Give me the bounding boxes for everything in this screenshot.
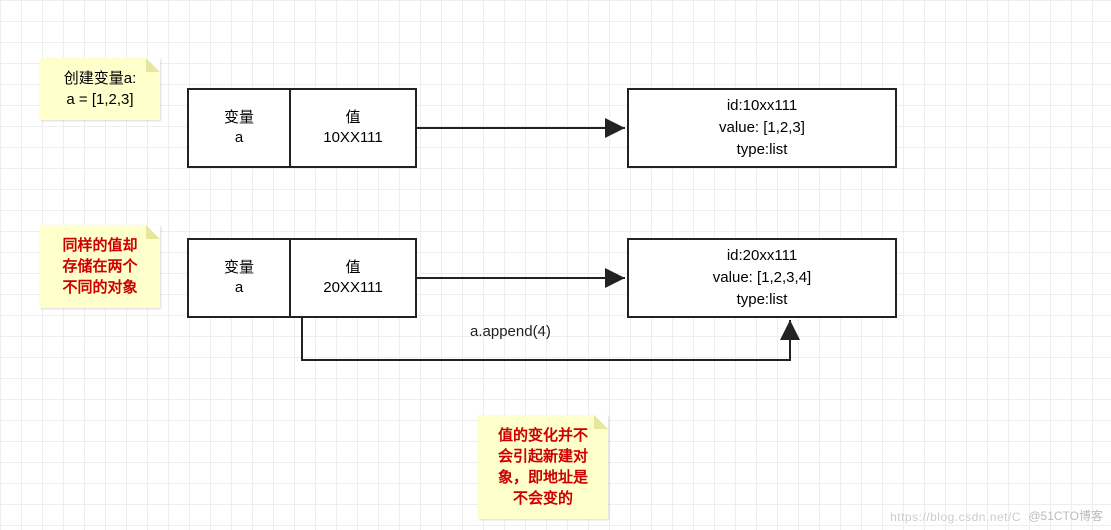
note-line: 不同的对象 xyxy=(62,279,137,296)
val-value: 10XX111 xyxy=(323,128,383,148)
note-line: a = [1,2,3] xyxy=(66,91,133,108)
var-name: a xyxy=(235,278,243,298)
variable-box-row2: 变量 a 值 20XX111 xyxy=(187,238,417,318)
watermark-csdn: https://blog.csdn.net/C xyxy=(890,510,1021,524)
obj-id: id:20xx111 xyxy=(727,245,797,267)
note-line: 不会变的 xyxy=(513,490,573,507)
watermark-51cto: @51CTO博客 xyxy=(1028,507,1103,524)
obj-id: id:10xx111 xyxy=(727,95,797,117)
note-line: 象，即地址是 xyxy=(498,469,588,486)
note-same-value-diff-obj: 同样的值却 存储在两个 不同的对象 xyxy=(40,225,160,308)
obj-type: type:list xyxy=(737,289,788,311)
note-line: 同样的值却 xyxy=(62,237,137,254)
append-label: a.append(4) xyxy=(470,323,551,340)
object-box-row2: id:20xx111 value: [1,2,3,4] type:list xyxy=(627,238,897,318)
var-label: 变量 xyxy=(224,108,254,128)
obj-type: type:list xyxy=(737,139,788,161)
note-line: 创建变量a: xyxy=(64,70,137,87)
val-label: 值 xyxy=(345,258,360,278)
value-cell: 值 20XX111 xyxy=(289,240,415,316)
object-box-row1: id:10xx111 value: [1,2,3] type:list xyxy=(627,88,897,168)
note-line: 值的变化并不 xyxy=(498,427,588,444)
obj-value: value: [1,2,3,4] xyxy=(713,267,811,289)
variable-cell: 变量 a xyxy=(189,90,289,166)
val-label: 值 xyxy=(345,108,360,128)
var-label: 变量 xyxy=(224,258,254,278)
note-create-variable: 创建变量a: a = [1,2,3] xyxy=(40,58,160,120)
note-value-change-no-new-object: 值的变化并不 会引起新建对 象，即地址是 不会变的 xyxy=(478,415,608,519)
note-line: 存储在两个 xyxy=(62,258,137,275)
variable-cell: 变量 a xyxy=(189,240,289,316)
val-value: 20XX111 xyxy=(323,278,383,298)
obj-value: value: [1,2,3] xyxy=(719,117,805,139)
var-name: a xyxy=(235,128,243,148)
value-cell: 值 10XX111 xyxy=(289,90,415,166)
variable-box-row1: 变量 a 值 10XX111 xyxy=(187,88,417,168)
note-line: 会引起新建对 xyxy=(498,448,588,465)
